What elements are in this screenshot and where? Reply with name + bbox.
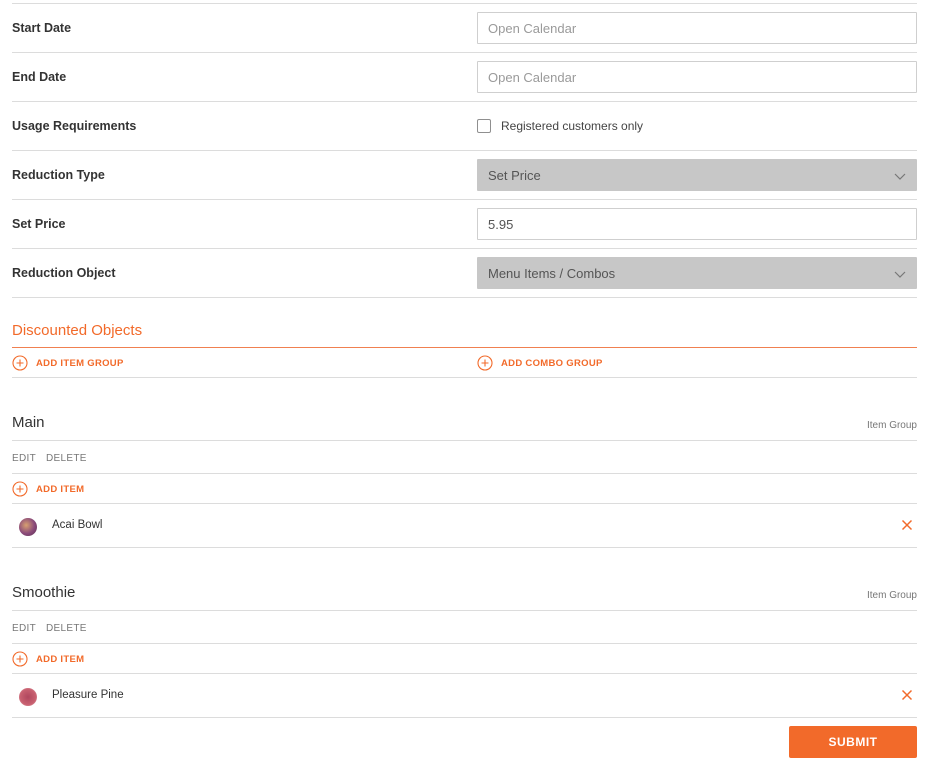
start-date-label: Start Date <box>12 21 72 35</box>
add-item-group-button[interactable]: ADD ITEM GROUP <box>12 355 124 371</box>
registered-customers-checkbox[interactable] <box>477 119 491 133</box>
registered-customers-label: Registered customers only <box>501 119 644 133</box>
add-item-button[interactable]: ADD ITEM <box>12 481 84 497</box>
group-type: Item Group <box>866 590 917 601</box>
add-item-button[interactable]: ADD ITEM <box>12 651 84 667</box>
group-type: Item Group <box>866 420 917 431</box>
list-item: Acai Bowl <box>12 505 917 548</box>
reduction-type-select[interactable]: Set Price <box>477 159 917 191</box>
reduction-object-select[interactable]: Menu Items / Combos <box>477 257 917 289</box>
close-icon[interactable] <box>901 689 913 701</box>
reduction-type-value: Set Price <box>488 167 541 183</box>
group-actions-main: EDIT DELETE <box>12 442 917 474</box>
usage-requirements-label: Usage Requirements <box>12 119 137 133</box>
add-item-label: ADD ITEM <box>36 483 85 495</box>
registered-customers-toggle[interactable]: Registered customers only <box>477 119 643 133</box>
end-date-row: End Date Open Calendar <box>12 53 917 102</box>
group-name: Main <box>12 414 45 431</box>
item-name: Pleasure Pine <box>52 689 124 701</box>
item-thumbnail <box>19 688 37 706</box>
add-item-row-smoothie: ADD ITEM <box>12 644 917 674</box>
plus-circle-icon <box>477 355 493 371</box>
add-combo-group-label: ADD COMBO GROUP <box>501 357 603 369</box>
discount-form: Start Date Open Calendar End Date Open C… <box>12 3 917 298</box>
delete-group-button[interactable]: DELETE <box>46 623 87 634</box>
add-item-group-label: ADD ITEM GROUP <box>36 357 124 369</box>
usage-requirements-row: Usage Requirements Registered customers … <box>12 102 917 151</box>
edit-group-button[interactable]: EDIT <box>12 453 36 464</box>
add-item-row-main: ADD ITEM <box>12 474 917 504</box>
set-price-row: Set Price 5.95 <box>12 200 917 249</box>
plus-circle-icon <box>12 481 28 497</box>
plus-circle-icon <box>12 651 28 667</box>
add-combo-group-button[interactable]: ADD COMBO GROUP <box>477 355 603 371</box>
set-price-input[interactable]: 5.95 <box>477 208 917 240</box>
start-date-input[interactable]: Open Calendar <box>477 12 917 44</box>
reduction-object-row: Reduction Object Menu Items / Combos <box>12 249 917 298</box>
delete-group-button[interactable]: DELETE <box>46 453 87 464</box>
submit-button[interactable]: SUBMIT <box>789 726 917 758</box>
close-icon[interactable] <box>901 519 913 531</box>
end-date-label: End Date <box>12 70 67 84</box>
end-date-input[interactable]: Open Calendar <box>477 61 917 93</box>
group-header-smoothie: Smoothie Item Group <box>12 581 917 611</box>
group-name: Smoothie <box>12 584 76 601</box>
set-price-label: Set Price <box>12 217 66 231</box>
plus-circle-icon <box>12 355 28 371</box>
add-item-label: ADD ITEM <box>36 653 85 665</box>
group-header-main: Main Item Group <box>12 411 917 441</box>
item-thumbnail <box>19 518 37 536</box>
chevron-down-icon <box>894 173 906 180</box>
discounted-objects-title: Discounted Objects <box>12 322 143 339</box>
reduction-object-label: Reduction Object <box>12 266 116 280</box>
start-date-row: Start Date Open Calendar <box>12 4 917 53</box>
reduction-object-value: Menu Items / Combos <box>488 265 616 281</box>
reduction-type-row: Reduction Type Set Price <box>12 151 917 200</box>
edit-group-button[interactable]: EDIT <box>12 623 36 634</box>
add-groups-row: ADD ITEM GROUP ADD COMBO GROUP <box>12 348 917 378</box>
chevron-down-icon <box>894 271 906 278</box>
group-actions-smoothie: EDIT DELETE <box>12 612 917 644</box>
item-name: Acai Bowl <box>52 519 103 531</box>
reduction-type-label: Reduction Type <box>12 168 105 182</box>
list-item: Pleasure Pine <box>12 675 917 718</box>
